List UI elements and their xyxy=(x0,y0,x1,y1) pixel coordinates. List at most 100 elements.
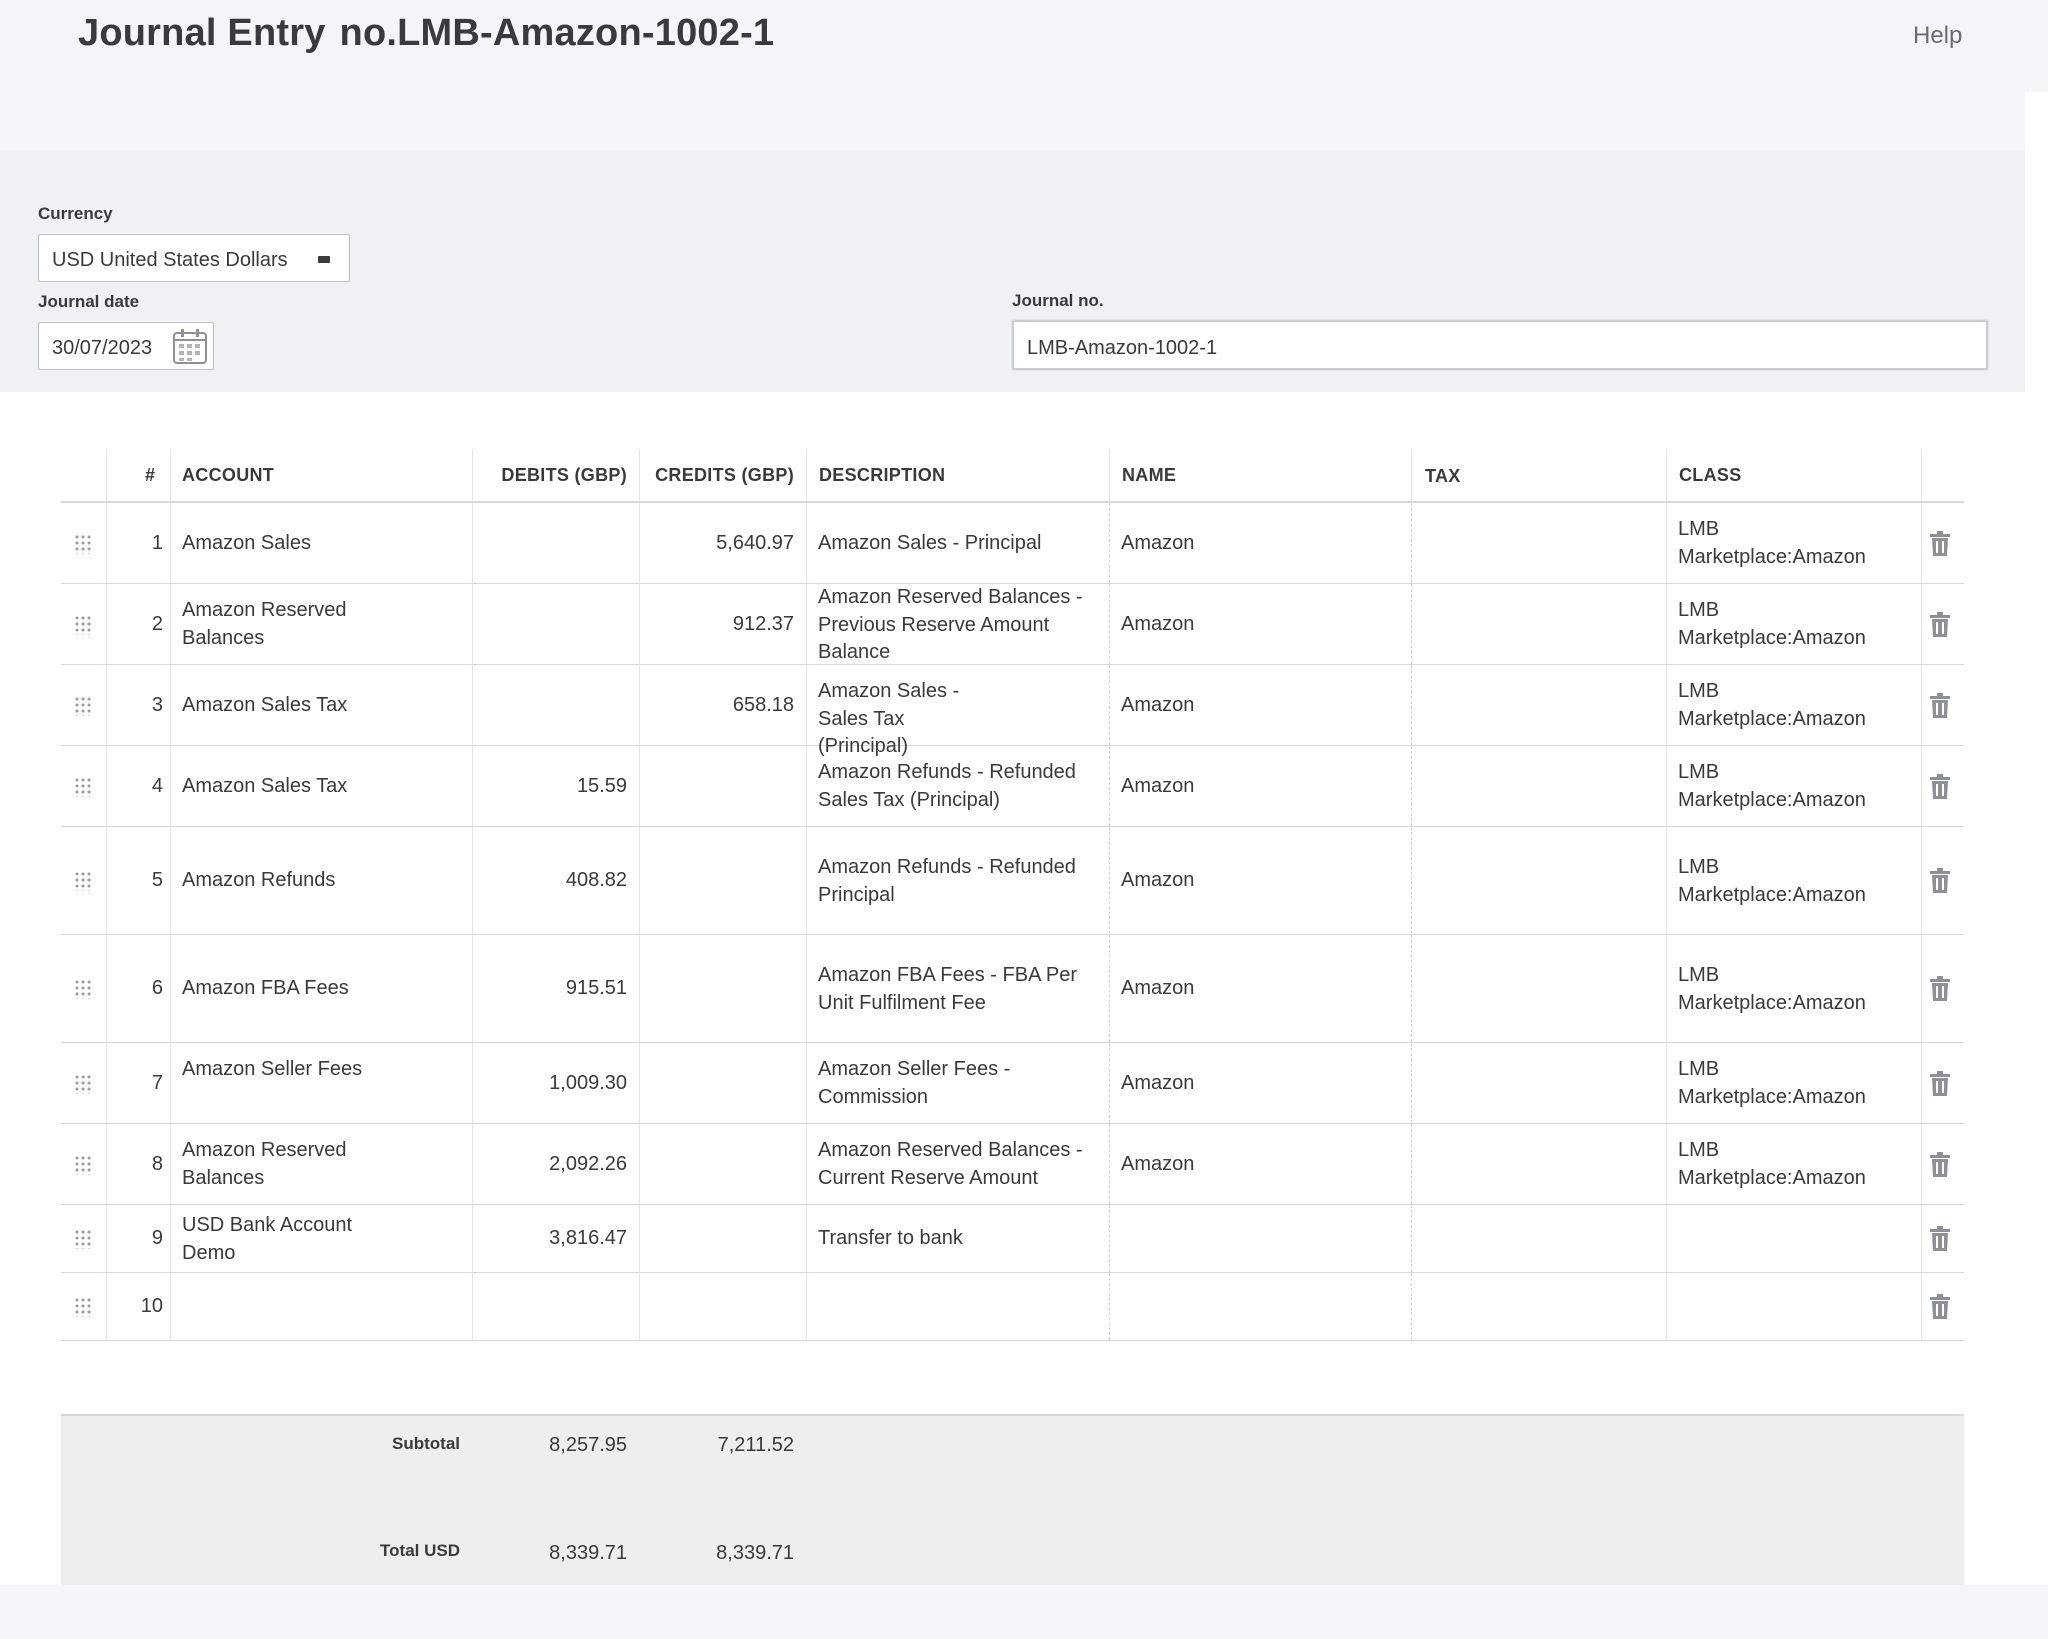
name-cell[interactable]: Amazon xyxy=(1121,611,1403,639)
column-divider xyxy=(1666,584,1667,664)
class-cell[interactable]: LMB Marketplace:Amazon xyxy=(1678,678,1878,733)
class-cell[interactable]: LMB Marketplace:Amazon xyxy=(1678,1137,1878,1192)
account-cell[interactable]: Amazon Reserved Balances xyxy=(182,597,372,652)
drag-handle-icon[interactable] xyxy=(74,615,92,635)
table-row[interactable]: 8 Amazon Reserved Balances 2,092.26 Amazon … xyxy=(61,1124,1964,1205)
column-divider xyxy=(806,665,807,745)
class-cell[interactable]: LMB Marketplace:Amazon xyxy=(1678,516,1878,571)
column-divider xyxy=(1921,584,1922,664)
journal-date-input[interactable]: 30/07/2023 xyxy=(38,322,214,370)
account-cell[interactable]: Amazon Reserved Balances xyxy=(182,1137,372,1192)
name-cell[interactable]: Amazon xyxy=(1121,692,1403,720)
row-number: 3 xyxy=(151,694,163,716)
trash-icon[interactable] xyxy=(1929,1294,1951,1320)
column-divider xyxy=(1921,746,1922,826)
column-header-description: DESCRIPTION xyxy=(819,465,946,485)
column-divider xyxy=(639,1043,640,1123)
class-cell[interactable]: LMB Marketplace:Amazon xyxy=(1678,1056,1878,1111)
description-cell[interactable]: Amazon FBA Fees - FBA Per Unit Fulfilmen… xyxy=(818,962,1093,1017)
name-cell[interactable]: Amazon xyxy=(1121,975,1403,1003)
table-row[interactable]: 5 Amazon Refunds 408.82 Amazon Refunds - Re… xyxy=(61,827,1964,935)
description-cell[interactable]: Transfer to bank xyxy=(818,1225,1093,1253)
account-cell[interactable]: Amazon Refunds xyxy=(182,867,372,895)
trash-icon[interactable] xyxy=(1929,1226,1951,1252)
description-cell[interactable]: Amazon Reserved Balances - Current Reser… xyxy=(818,1137,1093,1192)
description-cell[interactable]: Amazon Refunds - Refunded Principal xyxy=(818,854,1093,909)
journal-no-input[interactable]: LMB-Amazon-1002-1 xyxy=(1012,320,1988,370)
column-divider xyxy=(472,1273,473,1340)
trash-icon[interactable] xyxy=(1929,1071,1951,1097)
name-cell[interactable]: Amazon xyxy=(1121,867,1403,895)
table-row[interactable]: 7 Amazon Seller Fees 1,009.30 Amazon Seller… xyxy=(61,1043,1964,1124)
credit-cell[interactable]: 658.18 xyxy=(639,692,794,720)
name-cell[interactable]: Amazon xyxy=(1121,1151,1403,1179)
trash-icon[interactable] xyxy=(1929,774,1951,800)
page-title: Journal Entry no.LMB-Amazon-1002-1 xyxy=(78,12,774,55)
debit-cell[interactable]: 2,092.26 xyxy=(472,1151,627,1179)
account-cell[interactable]: Amazon Seller Fees xyxy=(182,1056,372,1084)
row-number: 1 xyxy=(151,532,163,554)
column-divider xyxy=(1921,449,1922,501)
journal-lines-table: # ACCOUNT DEBITS (GBP) CREDITS (GBP) DES… xyxy=(61,449,1964,1341)
drag-handle-icon[interactable] xyxy=(74,1074,92,1094)
credit-cell[interactable]: 5,640.97 xyxy=(639,530,794,558)
journal-no-label: Journal no. xyxy=(1012,291,1104,310)
chevron-down-icon[interactable] xyxy=(318,256,330,263)
drag-handle-icon[interactable] xyxy=(74,1297,92,1317)
column-header-number: # xyxy=(145,465,156,485)
drag-handle-icon[interactable] xyxy=(74,979,92,999)
currency-select[interactable]: USD United States Dollars xyxy=(38,234,350,282)
name-cell[interactable]: Amazon xyxy=(1121,773,1403,801)
trash-icon[interactable] xyxy=(1929,1152,1951,1178)
class-cell[interactable]: LMB Marketplace:Amazon xyxy=(1678,854,1878,909)
trash-icon[interactable] xyxy=(1929,693,1951,719)
account-cell[interactable]: Amazon Sales xyxy=(182,530,372,558)
trash-icon[interactable] xyxy=(1929,976,1951,1002)
debit-cell[interactable]: 3,816.47 xyxy=(472,1225,627,1253)
trash-icon[interactable] xyxy=(1929,612,1951,638)
class-cell[interactable]: LMB Marketplace:Amazon xyxy=(1678,759,1878,814)
drag-handle-icon[interactable] xyxy=(74,1155,92,1175)
table-row[interactable]: 3 Amazon Sales Tax 658.18 Amazon Sales - Sa… xyxy=(61,665,1964,757)
drag-handle-icon[interactable] xyxy=(74,534,92,554)
table-row[interactable]: 9 USD Bank Account Demo 3,816.47 Transfer t… xyxy=(61,1205,1964,1273)
table-row[interactable]: 6 Amazon FBA Fees 915.51 Amazon FBA Fees - … xyxy=(61,935,1964,1043)
description-cell[interactable]: Amazon Refunds - Refunded Sales Tax (Pri… xyxy=(818,759,1093,814)
name-cell[interactable]: Amazon xyxy=(1121,1070,1403,1098)
name-cell[interactable]: Amazon xyxy=(1121,530,1403,558)
column-divider xyxy=(1666,449,1667,501)
currency-label: Currency xyxy=(38,204,113,223)
account-cell[interactable]: Amazon FBA Fees xyxy=(182,975,372,1003)
drag-handle-icon[interactable] xyxy=(74,777,92,797)
column-header-credits: CREDITS (GBP) xyxy=(655,465,794,485)
drag-handle-icon[interactable] xyxy=(74,1229,92,1249)
help-link[interactable]: Help xyxy=(1913,22,1962,50)
column-divider xyxy=(1921,1273,1922,1340)
class-cell[interactable]: LMB Marketplace:Amazon xyxy=(1678,962,1878,1017)
debit-cell[interactable]: 915.51 xyxy=(472,975,627,1003)
drag-handle-icon[interactable] xyxy=(74,696,92,716)
account-cell[interactable]: Amazon Sales Tax xyxy=(182,773,372,801)
debit-cell[interactable]: 408.82 xyxy=(472,867,627,895)
table-row[interactable]: 10 xyxy=(61,1273,1964,1341)
account-cell[interactable]: USD Bank Account Demo xyxy=(182,1212,372,1267)
description-cell[interactable]: Amazon Seller Fees - Commission xyxy=(818,1056,1093,1111)
description-cell[interactable]: Amazon Reserved Balances - Previous Rese… xyxy=(818,584,1093,667)
drag-handle-icon[interactable] xyxy=(74,871,92,891)
credit-cell[interactable]: 912.37 xyxy=(639,611,794,639)
table-row[interactable]: 4 Amazon Sales Tax 15.59 Amazon Refunds - R… xyxy=(61,746,1964,827)
account-cell[interactable]: Amazon Sales Tax xyxy=(182,692,372,720)
column-divider xyxy=(170,1043,171,1123)
table-row[interactable]: 1 Amazon Sales 5,640.97 Amazon Sales - Prin… xyxy=(61,503,1964,584)
debit-cell[interactable]: 1,009.30 xyxy=(472,1070,627,1098)
trash-icon[interactable] xyxy=(1929,531,1951,557)
debit-cell[interactable]: 15.59 xyxy=(472,773,627,801)
description-cell[interactable]: Amazon Sales - Principal xyxy=(818,530,1093,558)
calendar-icon[interactable] xyxy=(172,327,208,365)
column-divider xyxy=(1411,665,1412,745)
trash-icon[interactable] xyxy=(1929,868,1951,894)
table-row[interactable]: 2 Amazon Reserved Balances 912.37 Amazon Re… xyxy=(61,584,1964,665)
row-number: 9 xyxy=(151,1227,163,1249)
column-divider xyxy=(1921,935,1922,1042)
class-cell[interactable]: LMB Marketplace:Amazon xyxy=(1678,597,1878,652)
